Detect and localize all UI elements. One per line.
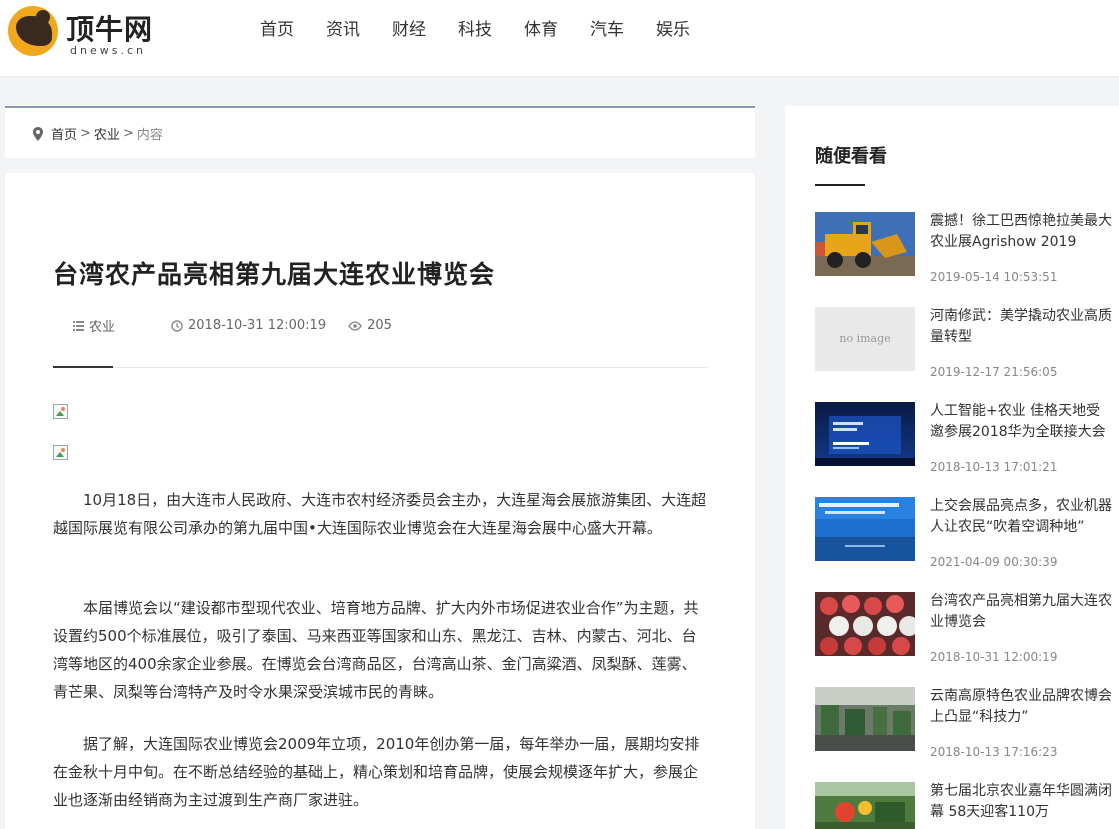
- article-paragraph: 据了解，大连国际农业博览会2009年立项，2010年创办第一届，每年举办一届，展…: [53, 735, 700, 809]
- no-image-label: no image: [839, 332, 891, 345]
- post-thumbnail[interactable]: [815, 212, 915, 276]
- site-header: 顶牛网 dnews.cn 首页 资讯 财经 科技 体育 汽车 娱乐: [0, 0, 1119, 76]
- site-logo[interactable]: 顶牛网 dnews.cn: [8, 6, 168, 60]
- article-category-label: 农业: [89, 320, 116, 335]
- article-date-text: 2018-10-31 12:00:19: [188, 318, 327, 333]
- post-date: 2018-10-13 17:16:23: [930, 745, 1058, 759]
- eye-icon: [348, 320, 362, 331]
- breadcrumb-current: 内容: [136, 128, 163, 143]
- post-date: 2021-04-09 00:30:39: [930, 555, 1058, 569]
- article-paragraph: 10月18日，由大连市人民政府、大连市农村经济委员会主办，大连星海会展旅游集团、…: [53, 491, 707, 537]
- main-nav: 首页 资讯 财经 科技 体育 汽车 娱乐: [260, 18, 722, 42]
- post-title[interactable]: 上交会展品亮点多，农业机器人让农民“吹着空调种地”: [930, 496, 1114, 538]
- article-title: 台湾农产品亮相第九届大连农业博览会: [53, 260, 496, 289]
- post-thumbnail[interactable]: [815, 687, 915, 751]
- post-thumbnail[interactable]: [815, 592, 915, 656]
- title-divider: [53, 367, 708, 368]
- sidebar-random-posts: 随便看看 震撼！徐工巴西惊艳拉美最大农业展Agrishow 2019 2019-…: [785, 106, 1119, 829]
- post-title[interactable]: 第七届北京农业嘉年华圆满闭幕 58天迎客110万: [930, 781, 1114, 823]
- post-thumbnail[interactable]: [815, 782, 915, 829]
- post-title[interactable]: 台湾农产品亮相第九届大连农业博览会: [930, 591, 1114, 633]
- breadcrumb-box: 首页 > 农业 > 内容: [5, 106, 755, 158]
- nav-item-entertainment[interactable]: 娱乐: [656, 18, 690, 42]
- breadcrumb-separator: >: [80, 126, 91, 141]
- nav-item-sports[interactable]: 体育: [524, 18, 558, 42]
- sidebar-title: 随便看看: [815, 146, 887, 167]
- post-date: 2018-10-31 12:00:19: [930, 650, 1058, 664]
- post-thumbnail[interactable]: [815, 497, 915, 561]
- clock-icon: [171, 319, 183, 332]
- post-thumbnail[interactable]: [815, 402, 915, 466]
- sidebar-post[interactable]: 上交会展品亮点多，农业机器人让农民“吹着空调种地” 2021-04-09 00:…: [815, 497, 1119, 572]
- post-thumbnail-placeholder[interactable]: no image: [815, 307, 915, 371]
- sidebar-post[interactable]: 人工智能+农业 佳格天地受邀参展2018华为全联接大会 2018-10-13 1…: [815, 402, 1119, 477]
- logo-name-en: dnews.cn: [70, 44, 146, 57]
- location-pin-icon: [33, 126, 43, 141]
- post-title[interactable]: 震撼！徐工巴西惊艳拉美最大农业展Agrishow 2019: [930, 211, 1114, 253]
- title-divider-accent: [53, 366, 113, 368]
- article-category[interactable]: 农业: [73, 316, 115, 335]
- article-views-count: 205: [367, 318, 392, 333]
- sidebar-title-underline: [815, 184, 865, 186]
- logo-name-cn: 顶牛网: [66, 13, 154, 46]
- sidebar-post[interactable]: 震撼！徐工巴西惊艳拉美最大农业展Agrishow 2019 2019-05-14…: [815, 212, 1119, 287]
- sidebar-post[interactable]: 第七届北京农业嘉年华圆满闭幕 58天迎客110万: [815, 782, 1119, 829]
- breadcrumb-home[interactable]: 首页: [51, 124, 77, 143]
- breadcrumb-separator: >: [122, 126, 134, 141]
- post-date: 2019-12-17 21:56:05: [930, 365, 1058, 379]
- broken-image-icon: [53, 445, 69, 461]
- broken-image-icon: [53, 404, 69, 420]
- post-date: 2019-05-14 10:53:51: [930, 270, 1058, 284]
- breadcrumb-category[interactable]: 农业: [94, 124, 120, 143]
- list-icon: [73, 320, 84, 331]
- post-date: 2018-10-13 17:01:21: [930, 460, 1058, 474]
- breadcrumb: 首页 > 农业 > 内容: [33, 124, 163, 143]
- post-title[interactable]: 河南修武：美学撬动农业高质量转型: [930, 306, 1114, 348]
- nav-item-auto[interactable]: 汽车: [590, 18, 624, 42]
- article-meta: 农业 2018-10-31 12:00:19 205: [73, 316, 392, 335]
- article-card: 台湾农产品亮相第九届大连农业博览会 农业 2018-10-31 12:00:19…: [5, 173, 755, 829]
- sidebar-post[interactable]: 台湾农产品亮相第九届大连农业博览会 2018-10-31 12:00:19: [815, 592, 1119, 667]
- post-title[interactable]: 云南高原特色农业品牌农博会上凸显“科技力”: [930, 686, 1114, 728]
- nav-item-finance[interactable]: 财经: [392, 18, 426, 42]
- nav-item-home[interactable]: 首页: [260, 18, 294, 42]
- article-date: 2018-10-31 12:00:19: [171, 318, 326, 333]
- nav-item-news[interactable]: 资讯: [326, 18, 360, 42]
- nav-item-tech[interactable]: 科技: [458, 18, 492, 42]
- sidebar-post[interactable]: 云南高原特色农业品牌农博会上凸显“科技力” 2018-10-13 17:16:2…: [815, 687, 1119, 762]
- bull-logo-icon: [8, 6, 58, 56]
- article-paragraph: 本届博览会以“建设都市型现代农业、培育地方品牌、扩大内外市场促进农业合作”为主题…: [53, 599, 699, 701]
- post-title[interactable]: 人工智能+农业 佳格天地受邀参展2018华为全联接大会: [930, 401, 1114, 443]
- article-views: 205: [348, 318, 392, 333]
- sidebar-post[interactable]: no image 河南修武：美学撬动农业高质量转型 2019-12-17 21:…: [815, 307, 1119, 382]
